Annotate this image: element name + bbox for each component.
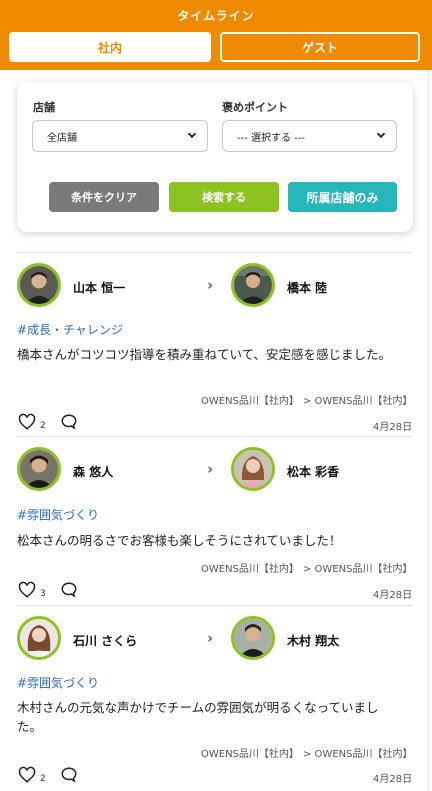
chevron-right-icon: › (207, 276, 214, 294)
praise-tag[interactable]: #雰囲気づくり (17, 674, 99, 691)
praise-point-select[interactable]: --- 選択する --- (222, 120, 397, 152)
comment-icon[interactable] (60, 413, 78, 431)
recipient-avatar[interactable] (231, 263, 275, 307)
recipient-avatar[interactable] (231, 447, 275, 491)
sender-name: 山本 恒一 (73, 281, 126, 295)
sender-avatar[interactable] (17, 447, 61, 491)
sender-name: 石川 さくら (73, 634, 138, 648)
sender-store: OWENS品川【社内】 (201, 564, 299, 575)
sender-store: OWENS品川【社内】 (201, 396, 299, 407)
divider (17, 605, 413, 606)
heart-icon[interactable] (18, 413, 36, 431)
praise-tag[interactable]: #成長・チャレンジ (17, 321, 123, 338)
recipient-name: 橋本 陸 (287, 281, 328, 295)
like-count: 2 (40, 421, 46, 431)
page-title: タイムライン (177, 9, 255, 23)
store-filter-label: 店舗 (33, 101, 55, 114)
filter-panel: 店舗 褒めポイント 全店舗 --- 選択する --- 条件をクリア 検索する 所… (17, 82, 413, 232)
heart-icon[interactable] (18, 581, 36, 599)
recipient-store: > OWENS品川【社内】 (303, 749, 413, 760)
page-edge-rule (428, 70, 429, 791)
chevron-down-icon (187, 132, 197, 139)
avatar-photo (20, 619, 58, 657)
clear-filters-button[interactable]: 条件をクリア (49, 182, 159, 212)
sender-avatar[interactable] (17, 616, 61, 660)
praise-tag[interactable]: #雰囲気づくり (17, 506, 99, 523)
tab-guest[interactable]: ゲスト (220, 32, 420, 62)
divider (17, 436, 413, 437)
recipient-store: > OWENS品川【社内】 (303, 396, 413, 407)
avatar-photo (20, 266, 58, 304)
store-select[interactable]: 全店舗 (32, 120, 208, 152)
app-header: タイムライン 社内 ゲスト (0, 0, 432, 70)
post-message: 橋本さんがコツコツ指導を積み重ねていて、安定感を感じました。 (17, 347, 392, 362)
post-date: 4月28日 (373, 774, 413, 785)
recipient-name: 松本 彩香 (287, 465, 340, 479)
comment-icon[interactable] (60, 581, 78, 599)
heart-icon[interactable] (18, 766, 36, 784)
chevron-right-icon: › (207, 460, 214, 478)
avatar-photo (234, 266, 272, 304)
sender-avatar[interactable] (17, 263, 61, 307)
recipient-name: 木村 翔太 (287, 634, 340, 648)
own-store-only-button[interactable]: 所属店舗のみ (288, 182, 397, 212)
chevron-down-icon (376, 132, 386, 139)
avatar-photo (20, 450, 58, 488)
tab-internal[interactable]: 社内 (9, 32, 211, 62)
post-date: 4月28日 (373, 422, 413, 433)
divider (17, 252, 413, 253)
search-button[interactable]: 検索する (169, 182, 279, 212)
post-message: 木村さんの元気な声かけでチームの雰囲気が明るくなっていました。 (17, 700, 379, 734)
avatar-photo (234, 619, 272, 657)
praise-point-select-value: --- 選択する --- (237, 132, 306, 144)
store-select-value: 全店舗 (47, 132, 77, 144)
recipient-store: > OWENS品川【社内】 (303, 564, 413, 575)
sender-name: 森 悠人 (73, 465, 114, 479)
comment-icon[interactable] (60, 766, 78, 784)
chevron-right-icon: › (207, 629, 214, 647)
like-count: 2 (40, 774, 46, 784)
praise-point-filter-label: 褒めポイント (222, 101, 288, 114)
like-count: 3 (40, 589, 46, 599)
sender-store: OWENS品川【社内】 (201, 749, 299, 760)
post-date: 4月28日 (373, 590, 413, 601)
avatar-photo (234, 450, 272, 488)
recipient-avatar[interactable] (231, 616, 275, 660)
post-message: 松本さんの明るさでお客様も楽しそうにされていました！ (17, 533, 342, 548)
